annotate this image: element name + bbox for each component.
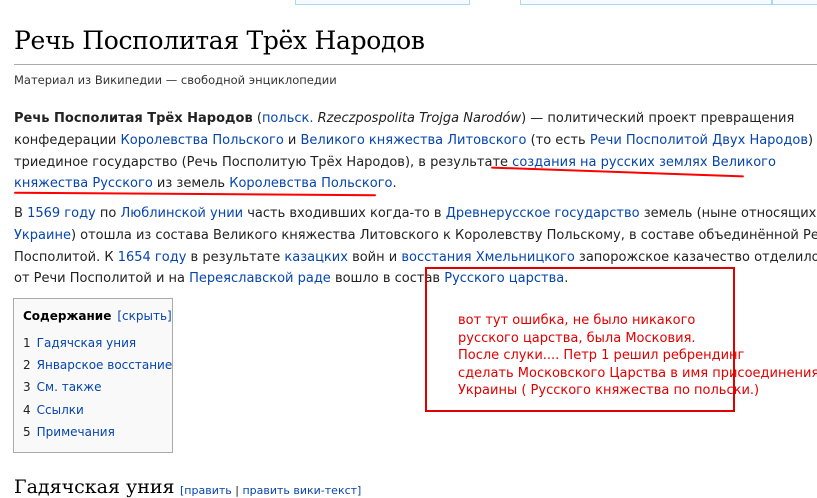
link-kingdom-poland-2[interactable]: Королевства Польского (229, 176, 392, 191)
toc-item[interactable]: 2 Январское восстание (23, 358, 172, 372)
tabs-strip (0, 0, 817, 5)
link-1654[interactable]: 1654 году (118, 250, 187, 265)
toc-item[interactable]: 4 Ссылки (23, 403, 84, 417)
text-line: конфедерации Королевства Польского и Вел… (14, 130, 817, 152)
text-line: Украине) отошла из состава Великого княж… (14, 225, 817, 247)
article-subject: Речь Посполитая Трёх Народов (14, 111, 253, 126)
text-line: В 1569 году по Люблинской унии часть вхо… (14, 203, 817, 225)
link-ukraine[interactable]: Украине (14, 228, 71, 243)
section-heading: Гадячская уния (14, 476, 175, 498)
tab-edge[interactable] (295, 0, 470, 5)
link-kievan-rus[interactable]: Древнерусское государство (446, 206, 640, 221)
toc-item-label[interactable]: См. также (37, 380, 102, 394)
text: ) в (808, 132, 817, 148)
toc-item-label[interactable]: Примечания (37, 425, 115, 439)
text: по (95, 206, 121, 221)
link-khmelnytsky[interactable]: восстания Хмельницкого (401, 250, 574, 265)
toc-item-number: 5 (23, 425, 31, 439)
text: ) — политический проект превращения (521, 111, 795, 126)
text: войн и (347, 249, 402, 265)
toc-title: Содержание (23, 309, 112, 323)
annotation-line: русского царства, была Московия. (458, 330, 696, 346)
text: земель (ныне относящихся к (643, 206, 817, 221)
text: ) отошла из состава Великого княжества Л… (70, 227, 817, 243)
table-of-contents: Содержание [скрыть] 1 Гадячская уния 2 Янва… (13, 298, 173, 453)
intro-paragraph: Речь Посполитая Трёх Народов (польск. Rz… (14, 108, 817, 195)
toc-item-label[interactable]: Январское восстание (37, 358, 173, 372)
toc-item-label[interactable]: Ссылки (37, 403, 84, 417)
text: В (14, 206, 28, 221)
annotation-line: Украины ( Русского княжества по польски.… (458, 383, 760, 398)
title-divider (14, 64, 817, 65)
text: Посполитой. К (14, 249, 118, 265)
text-line: Речь Посполитая Трёх Народов (польск. Rz… (14, 108, 817, 130)
text-line: Посполитой. К 1654 году в результате каз… (14, 247, 817, 269)
annotation-text: вот тут ошибка, не было никакого русског… (458, 312, 817, 400)
text: ( (252, 111, 262, 126)
text: конфедерации (14, 132, 121, 148)
text: и (283, 132, 301, 148)
link-pereyaslav[interactable]: Переяславской раде (189, 271, 331, 286)
toc-item[interactable]: 5 Примечания (23, 425, 115, 439)
link-1569[interactable]: 1569 году (27, 206, 96, 221)
text: от Речи Посполитой и на (14, 271, 190, 287)
link-grand-duchy-ruthenia-cont[interactable]: княжества Русского (14, 176, 153, 191)
tab-edge[interactable] (520, 0, 772, 5)
text: (то есть (526, 132, 590, 148)
link-grand-duchy-lithuania[interactable]: Великого княжества Литовского (301, 133, 527, 148)
toc-item-number: 2 (23, 358, 31, 372)
text: часть входивших когда-то в (243, 206, 446, 221)
lang-link[interactable]: польск. (262, 111, 314, 126)
link-kingdom-poland[interactable]: Королевства Польского (121, 133, 284, 148)
toc-item[interactable]: 3 См. также (23, 380, 102, 394)
link-lublin-union[interactable]: Люблинской унии (120, 206, 243, 221)
toc-item[interactable]: 1 Гадячская уния (23, 336, 136, 350)
polish-name: Rzeczpospolita Trojga Narodów (317, 111, 522, 126)
tab-edge[interactable] (772, 0, 817, 5)
toc-item-label[interactable]: Гадячская уния (37, 336, 136, 350)
page-title: Речь Посполитая Трёх Народов (14, 26, 425, 55)
link-grand-duchy-ruthenia[interactable]: Великого (712, 155, 776, 170)
annotation-line: вот тут ошибка, не было никакого (458, 313, 696, 328)
toc-header: Содержание [скрыть] (23, 309, 172, 323)
link-two-nations[interactable]: Речи Посполитой Двух Народов (590, 133, 808, 148)
annotation-line: После слуки.... Петр 1 решил ребрендинг (458, 348, 745, 363)
annotation-line: сделать Московского Царства в имя присое… (458, 365, 817, 381)
text: . (392, 176, 397, 192)
site-tagline: Материал из Википедии — свободной энцикл… (14, 73, 337, 87)
text: из земель (152, 176, 230, 192)
toc-hide-button[interactable]: [скрыть] (117, 309, 171, 323)
link-cossack[interactable]: казацких (284, 250, 348, 265)
toc-item-number: 3 (23, 380, 31, 394)
toc-item-number: 4 (23, 403, 31, 417)
link-creation[interactable]: создания на русских землях (512, 155, 707, 170)
text: запорожское казачество отделилось (574, 249, 817, 265)
text: в результате (186, 249, 285, 265)
text-line: триединое государство (Речь Посполитую Т… (14, 152, 817, 174)
toc-item-number: 1 (23, 336, 31, 350)
text: триединое государство (Речь Посполитую Т… (14, 154, 513, 170)
